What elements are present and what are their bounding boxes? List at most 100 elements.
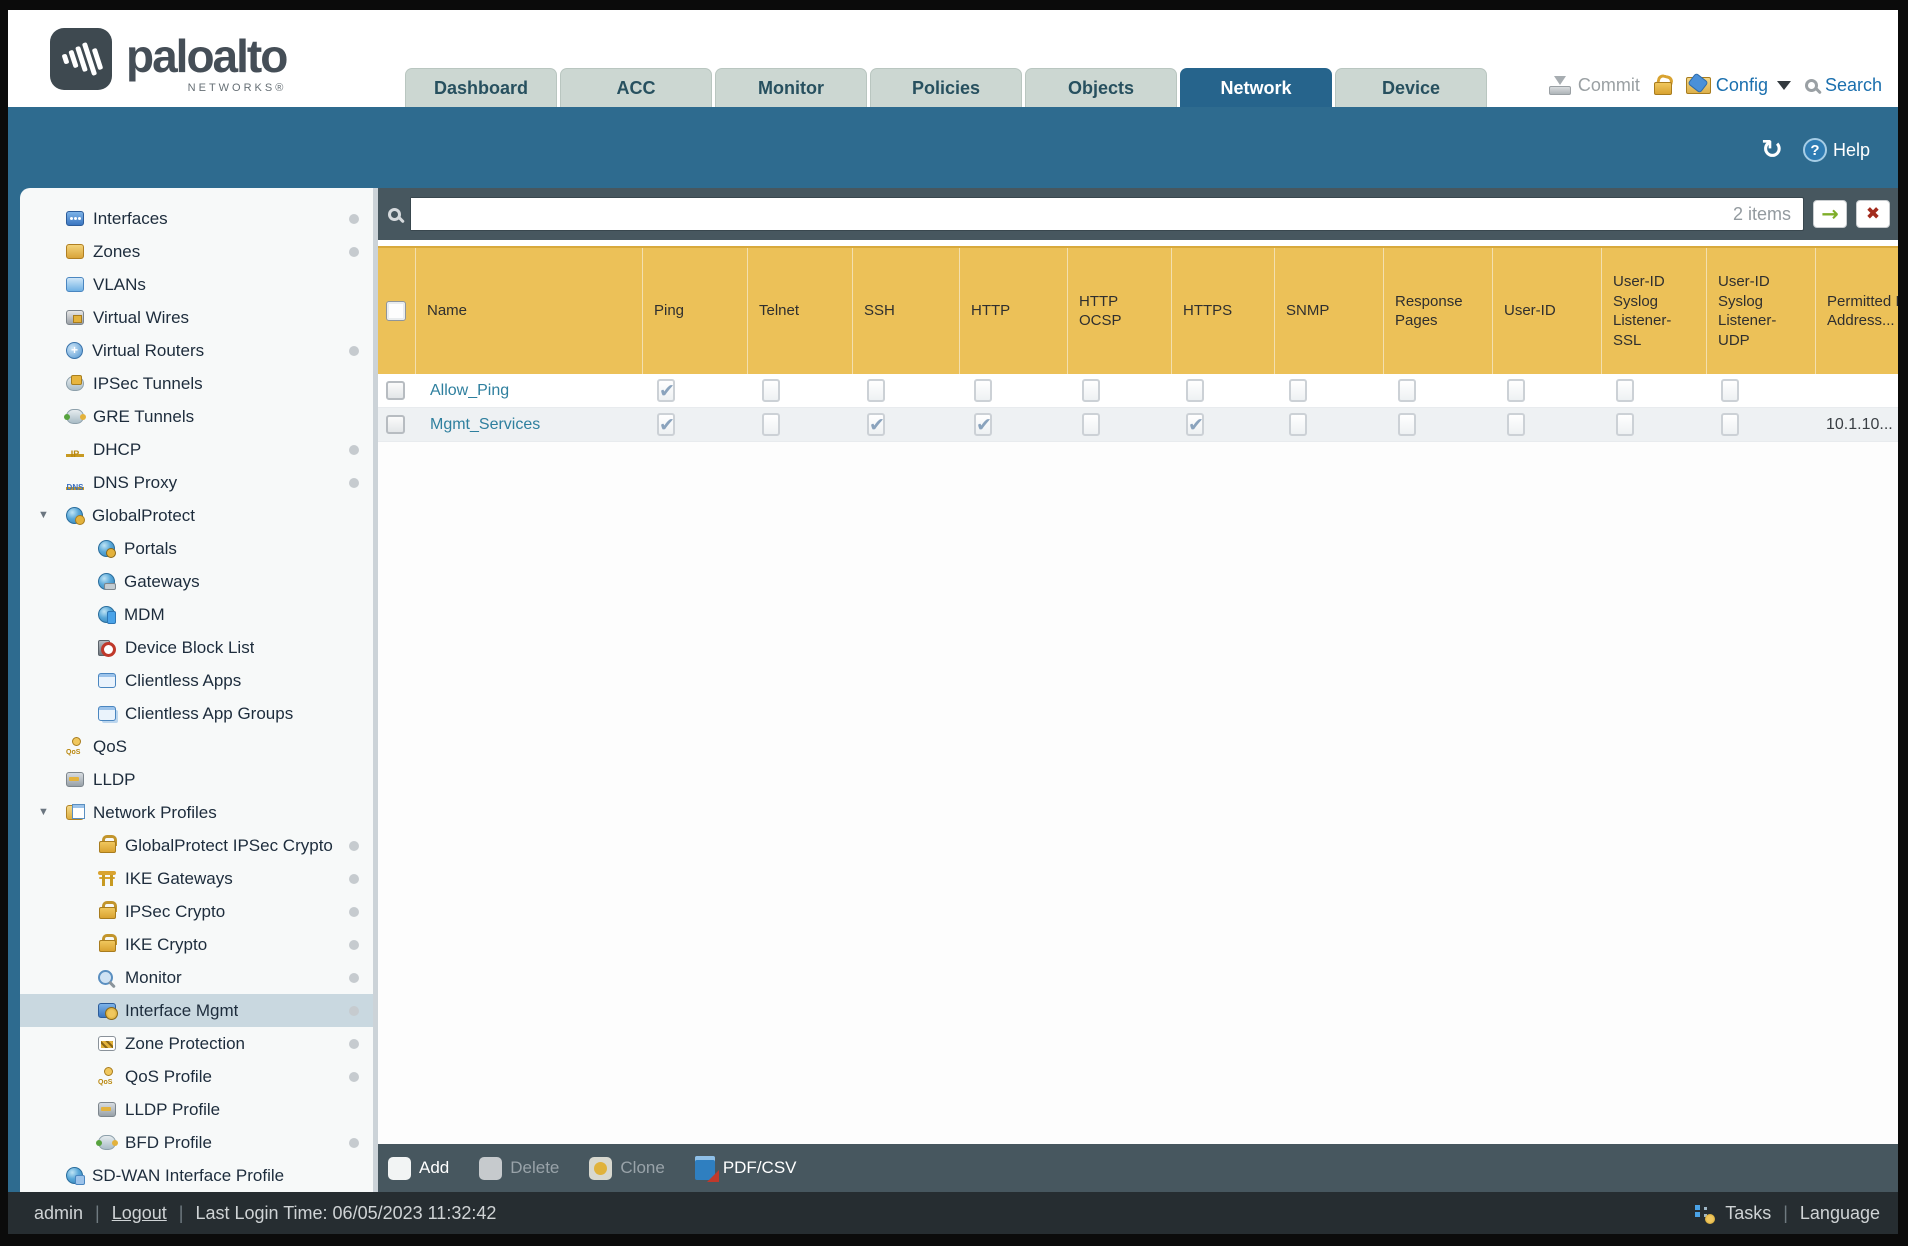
tasks-button[interactable]: Tasks: [1725, 1203, 1771, 1224]
http-checkbox[interactable]: [974, 413, 992, 436]
interface-mgmt-table: Name Ping Telnet SSH HTTP HTTP OCSP HTTPS SNMP R…: [378, 246, 1898, 442]
mdm-icon: [98, 606, 116, 624]
sidebar-item-sd-wan-interface-profile[interactable]: SD-WAN Interface Profile: [20, 1159, 373, 1192]
sidebar-item-ipsec-crypto[interactable]: IPSec Crypto: [20, 895, 373, 928]
help-button[interactable]: ? Help: [1802, 138, 1870, 162]
config-menu-button[interactable]: Config: [1685, 75, 1791, 96]
sidebar-item-globalprotect-ipsec-crypto[interactable]: GlobalProtect IPSec Crypto: [20, 829, 373, 862]
sidebar-item-device-block-list[interactable]: Device Block List: [20, 631, 373, 664]
sidebar-item-virtual-wires[interactable]: Virtual Wires: [20, 301, 373, 334]
logout-link[interactable]: Logout: [112, 1203, 167, 1224]
tab-objects[interactable]: Objects: [1025, 68, 1177, 107]
sidebar-item-ipsec-tunnels[interactable]: IPSec Tunnels: [20, 367, 373, 400]
column-header-user_id_syslog_udp[interactable]: User-ID Syslog Listener-UDP: [1707, 248, 1816, 374]
sidebar-item-interface-mgmt[interactable]: Interface Mgmt: [20, 994, 373, 1027]
sidebar-item-zone-protection[interactable]: Zone Protection: [20, 1027, 373, 1060]
http_ocsp-checkbox[interactable]: [1082, 379, 1100, 402]
sidebar-item-virtual-routers[interactable]: Virtual Routers: [20, 334, 373, 367]
search-button[interactable]: Search: [1804, 74, 1882, 96]
ssh-checkbox[interactable]: [867, 379, 885, 402]
tab-network[interactable]: Network: [1180, 68, 1332, 107]
column-header-name[interactable]: Name: [416, 248, 643, 374]
tab-monitor[interactable]: Monitor: [715, 68, 867, 107]
expander-icon[interactable]: ▼: [38, 510, 49, 521]
sidebar-item-ike-crypto[interactable]: IKE Crypto: [20, 928, 373, 961]
sidebar-item-clientless-app-groups[interactable]: Clientless App Groups: [20, 697, 373, 730]
ping-checkbox[interactable]: [657, 413, 675, 436]
sidebar-item-interfaces[interactable]: Interfaces: [20, 202, 373, 235]
sidebar-item-lldp[interactable]: LLDP: [20, 763, 373, 796]
response_pages-checkbox[interactable]: [1398, 379, 1416, 402]
user_id_syslog_ssl-checkbox[interactable]: [1616, 413, 1634, 436]
search-label: Search: [1824, 74, 1882, 95]
column-header-http[interactable]: HTTP: [960, 248, 1068, 374]
apply-filter-button[interactable]: →: [1813, 200, 1847, 228]
user_id_syslog_udp-checkbox[interactable]: [1721, 413, 1739, 436]
sidebar-collapse-handle[interactable]: ◀: [373, 693, 378, 733]
language-button[interactable]: Language: [1800, 1203, 1880, 1224]
row-select-checkbox[interactable]: [386, 415, 405, 434]
https-checkbox[interactable]: [1186, 379, 1204, 402]
ping-checkbox[interactable]: [657, 379, 675, 402]
column-header-response_pages[interactable]: Response Pages: [1384, 248, 1493, 374]
user_id-checkbox[interactable]: [1507, 413, 1525, 436]
user_id_syslog_ssl-checkbox[interactable]: [1616, 379, 1634, 402]
snmp-checkbox[interactable]: [1289, 413, 1307, 436]
expander-icon[interactable]: ▼: [38, 807, 49, 818]
column-header-http_ocsp[interactable]: HTTP OCSP: [1068, 248, 1172, 374]
column-header-ssh[interactable]: SSH: [853, 248, 960, 374]
column-header-https[interactable]: HTTPS: [1172, 248, 1275, 374]
sidebar-item-dns-proxy[interactable]: DNS Proxy: [20, 466, 373, 499]
column-header-snmp[interactable]: SNMP: [1275, 248, 1384, 374]
http_ocsp-checkbox[interactable]: [1082, 413, 1100, 436]
refresh-icon[interactable]: ↻: [1761, 137, 1783, 163]
response_pages-checkbox[interactable]: [1398, 413, 1416, 436]
sidebar-item-clientless-apps[interactable]: Clientless Apps: [20, 664, 373, 697]
user_id-checkbox[interactable]: [1507, 379, 1525, 402]
add-button[interactable]: Add: [388, 1156, 449, 1180]
lock-icon[interactable]: [1653, 75, 1672, 95]
column-header-permitted_ip[interactable]: Permitted IP Address...: [1816, 248, 1898, 374]
profile-name-link[interactable]: Allow_Ping: [430, 382, 509, 400]
row-select-checkbox[interactable]: [386, 381, 405, 400]
https-checkbox[interactable]: [1186, 413, 1204, 436]
sidebar-item-network-profiles[interactable]: ▼ Network Profiles: [20, 796, 373, 829]
select-all-checkbox[interactable]: [386, 301, 406, 321]
sidebar-item-vlans[interactable]: VLANs: [20, 268, 373, 301]
clear-filter-button[interactable]: ✖: [1856, 200, 1890, 228]
brand-sub: NETWORKS®: [187, 82, 287, 94]
sidebar-item-qos-profile[interactable]: QoS Profile: [20, 1060, 373, 1093]
sidebar-item-lldp-profile[interactable]: LLDP Profile: [20, 1093, 373, 1126]
telnet-checkbox[interactable]: [762, 379, 780, 402]
http-checkbox[interactable]: [974, 379, 992, 402]
sidebar-item-dhcp[interactable]: DHCP: [20, 433, 373, 466]
snmp-checkbox[interactable]: [1289, 379, 1307, 402]
sidebar-item-globalprotect[interactable]: ▼ GlobalProtect: [20, 499, 373, 532]
commit-button[interactable]: Commit: [1548, 75, 1640, 96]
telnet-checkbox[interactable]: [762, 413, 780, 436]
column-header-user_id_syslog_ssl[interactable]: User-ID Syslog Listener-SSL: [1602, 248, 1707, 374]
column-header-telnet[interactable]: Telnet: [748, 248, 853, 374]
sidebar-item-qos[interactable]: QoS: [20, 730, 373, 763]
pdf-csv-button[interactable]: PDF/CSV: [694, 1156, 797, 1182]
tab-policies[interactable]: Policies: [870, 68, 1022, 107]
tab-dashboard[interactable]: Dashboard: [405, 68, 557, 107]
sidebar-item-ike-gateways[interactable]: IKE Gateways: [20, 862, 373, 895]
sidebar-item-zones[interactable]: Zones: [20, 235, 373, 268]
column-label: Response Pages: [1395, 292, 1463, 330]
sidebar-item-gre-tunnels[interactable]: GRE Tunnels: [20, 400, 373, 433]
profile-name-link[interactable]: Mgmt_Services: [430, 416, 540, 434]
column-header-user_id[interactable]: User-ID: [1493, 248, 1602, 374]
sidebar-item-monitor[interactable]: Monitor: [20, 961, 373, 994]
sidebar-item-mdm[interactable]: MDM: [20, 598, 373, 631]
sidebar-item-label: GRE Tunnels: [93, 406, 195, 426]
ssh-checkbox[interactable]: [867, 413, 885, 436]
filter-input[interactable]: [411, 198, 1733, 230]
tab-device[interactable]: Device: [1335, 68, 1487, 107]
column-header-ping[interactable]: Ping: [643, 248, 748, 374]
sidebar-item-gateways[interactable]: Gateways: [20, 565, 373, 598]
user_id_syslog_udp-checkbox[interactable]: [1721, 379, 1739, 402]
sidebar-item-bfd-profile[interactable]: BFD Profile: [20, 1126, 373, 1159]
sidebar-item-portals[interactable]: Portals: [20, 532, 373, 565]
tab-acc[interactable]: ACC: [560, 68, 712, 107]
